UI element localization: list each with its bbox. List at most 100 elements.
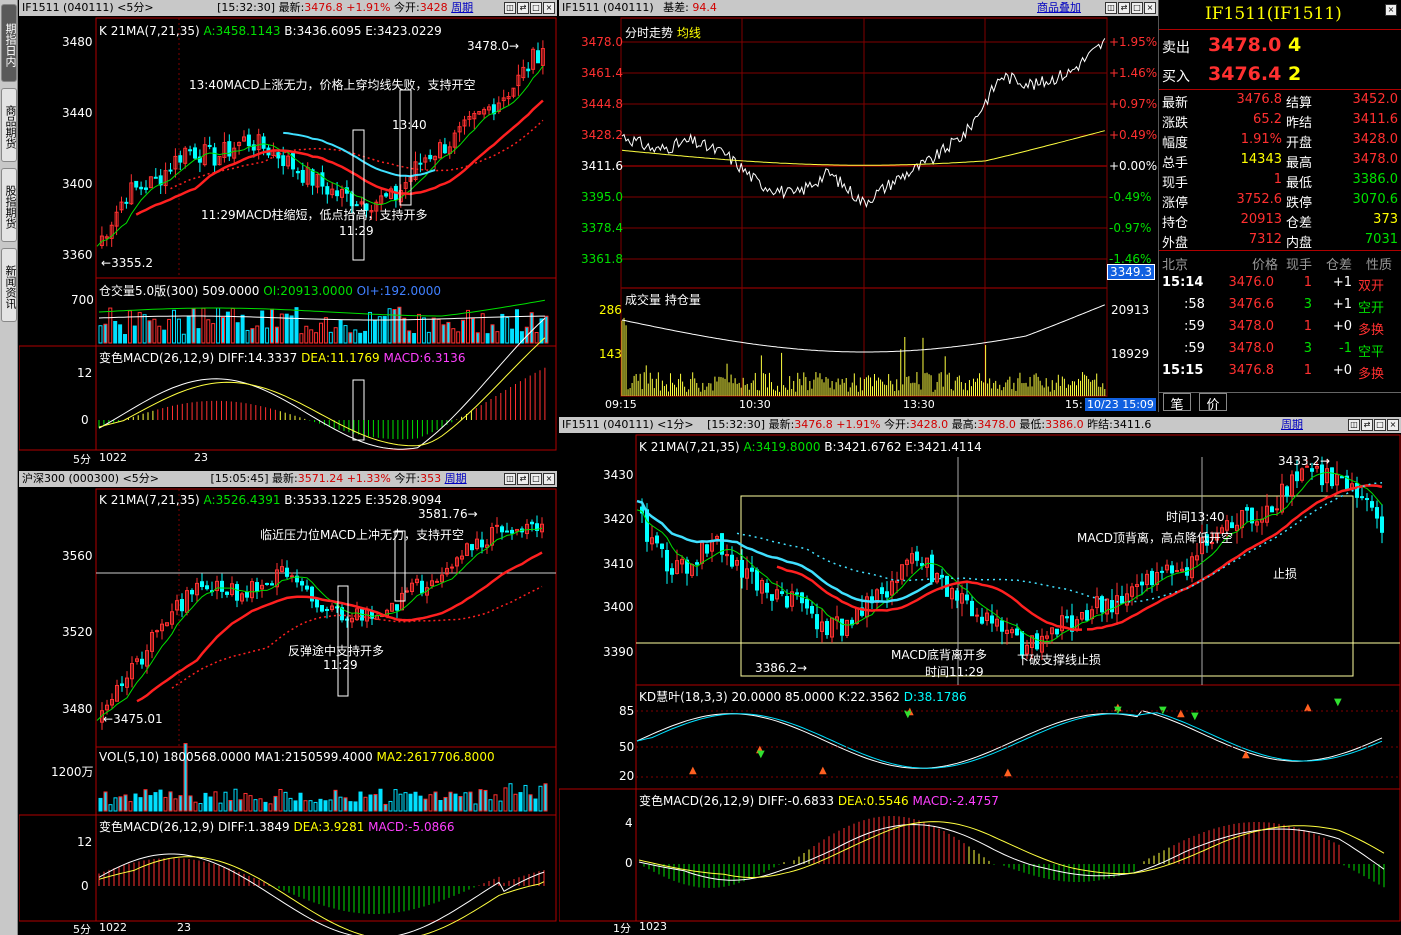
candle-body [805, 599, 809, 609]
panel-intraday: IF1511 (040111) 基差: 94.4 商品叠加 ◫ ⇄ □ × 分时走势 … [559, 0, 1158, 414]
stat-row: 幅度 1.91% 开盘 3428.0 [1162, 132, 1398, 152]
candle-body [990, 615, 994, 624]
ma-e-line [736, 482, 1383, 603]
oi-bar [181, 333, 186, 344]
tick-nature: 空平 [1358, 345, 1385, 360]
y-tick: 3480 [62, 35, 93, 49]
oi-value: OI:20913.0000 [263, 284, 353, 298]
oi-bar [132, 325, 137, 344]
candle-body [395, 604, 399, 611]
oi-bar [372, 320, 377, 344]
vol-bar [423, 798, 428, 812]
candle-body [124, 201, 129, 204]
vol-bar [178, 795, 183, 812]
oi-bar [147, 320, 152, 344]
oi-bar [338, 319, 343, 344]
candle-body [310, 586, 314, 602]
candle-body [1065, 616, 1069, 619]
oi-title: 持仓量 [664, 293, 701, 307]
signal-arrow-icon: ▼ [1191, 711, 1199, 722]
oi-bar [103, 323, 108, 344]
tick-oi: +1 [1332, 275, 1352, 290]
vol-bar [468, 791, 473, 812]
vol-bar [278, 788, 283, 812]
stat-value: 7031 [1364, 232, 1398, 247]
candle-body [1370, 501, 1374, 508]
y-tick: 143 [599, 347, 622, 361]
oi-bar [176, 318, 181, 344]
vol-value: 1800568.0000 [163, 750, 251, 764]
tick-row: :59 3478.0 3 -1 空平 [1162, 341, 1398, 361]
tick-price: 3476.0 [1228, 275, 1275, 290]
candle-body [1245, 507, 1249, 511]
tick-oi: +0 [1332, 319, 1352, 334]
vol-bar [448, 791, 453, 812]
tick-time: :58 [1184, 297, 1205, 312]
candle-body [420, 580, 424, 594]
candle-body [1330, 467, 1334, 487]
oi-bar [191, 308, 196, 344]
vol-bar [438, 800, 443, 812]
y-tick: 3461.4 [581, 66, 623, 80]
tab-price[interactable]: 价 [1199, 393, 1227, 413]
vol-bar [373, 794, 378, 812]
col-time: 北京 [1162, 258, 1189, 273]
side-tab-index-intraday[interactable]: 期指日内 [1, 4, 17, 82]
candle-body [281, 155, 286, 167]
vol-bar [228, 799, 233, 812]
y-tick: +1.46% [1109, 66, 1158, 80]
panel-hs300-5min: 沪深300 (000300) <5分> [15:05:45] 最新:3571.2… [19, 471, 557, 935]
col-oi: 仓差 [1326, 258, 1353, 273]
kline-label: K [99, 493, 107, 507]
tab-ticks[interactable]: 笔 [1163, 393, 1191, 413]
macd-title: 变色MACD(26,12,9) [639, 794, 755, 808]
close-icon[interactable]: × [1385, 4, 1397, 16]
vol-bar [478, 789, 483, 812]
candle-body [435, 580, 439, 583]
vol-bar [268, 803, 273, 812]
y-tick: 0 [81, 879, 89, 893]
vol-bar [488, 799, 493, 812]
tick-vol: 3 [1303, 297, 1312, 312]
candle-body [1055, 628, 1059, 635]
oi-bar [142, 314, 147, 344]
y-tick: 20913 [1111, 303, 1150, 317]
x-tick: 1022 [99, 921, 127, 934]
stat-value: 20913 [1240, 212, 1282, 227]
vol-bar [393, 789, 398, 812]
oi-bar [196, 328, 201, 344]
oi-bar [245, 329, 250, 344]
vol-bar [103, 791, 108, 812]
side-tab-news[interactable]: 新闻资讯 [1, 248, 17, 322]
candle-body [315, 598, 319, 608]
oi-bar [274, 326, 279, 344]
bid-row: 买入 3476.4 2 [1162, 63, 1398, 87]
oi-bar [421, 317, 426, 344]
side-tab-commodity-futures[interactable]: 商品期货 [1, 88, 17, 162]
candle-body [450, 566, 454, 569]
vol-bar [428, 794, 433, 812]
oi-bar [289, 315, 294, 344]
stat-label: 跌停 [1286, 196, 1313, 211]
candle-body [276, 152, 281, 159]
stat-value: 3411.6 [1352, 112, 1399, 127]
side-tab-index-futures[interactable]: 股指期货 [1, 168, 17, 242]
oi-bar [456, 331, 461, 344]
vol-bar [128, 801, 133, 812]
annotation-short: 临近压力位MACD上冲无力，支持开空 [260, 528, 464, 542]
stat-value: 3070.6 [1352, 192, 1399, 207]
stat-label: 最新 [1162, 96, 1189, 111]
vol-bar [358, 791, 363, 812]
col-price: 价格 [1252, 258, 1279, 273]
oi-bar [167, 318, 172, 344]
candle-body [770, 594, 774, 601]
y-tick: 3520 [62, 625, 93, 639]
vol-bar [273, 795, 278, 812]
oi-bar [510, 328, 515, 344]
oi-bar [407, 330, 412, 344]
high-marker: 3433.2 [1278, 454, 1320, 468]
candle-body [193, 147, 197, 159]
tick-vol: 3 [1303, 341, 1312, 356]
oi-bar [441, 324, 446, 344]
oi-bar [368, 311, 372, 344]
